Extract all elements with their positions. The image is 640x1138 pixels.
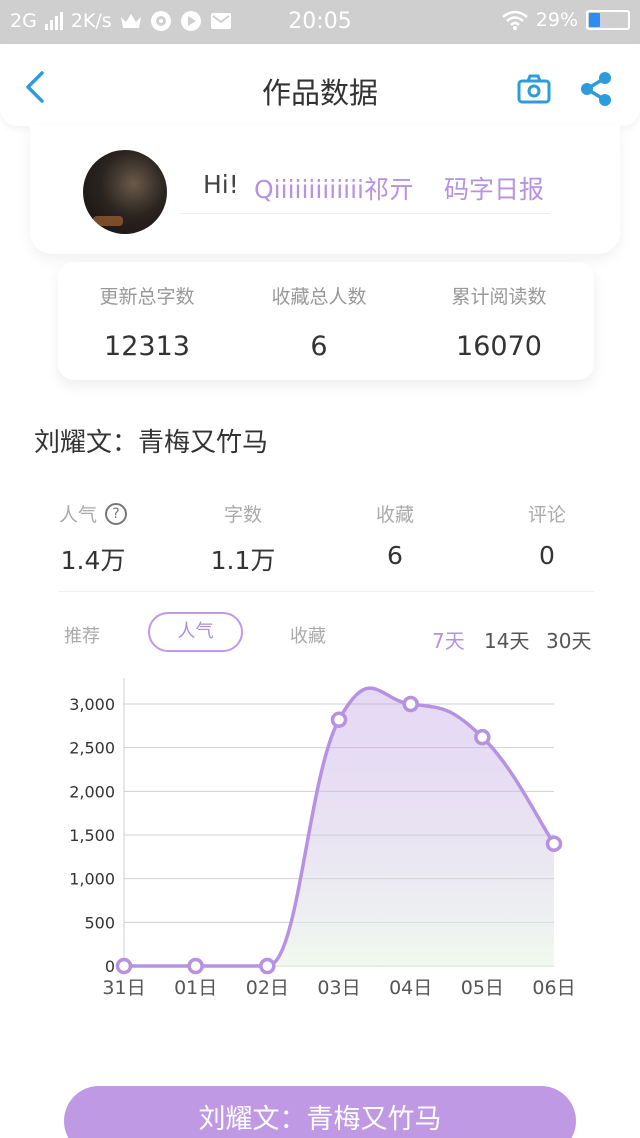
stat-label: 累计阅读数 — [451, 286, 547, 308]
x-tick-label: 04日 — [389, 977, 432, 999]
data-point[interactable] — [330, 711, 348, 728]
share-icon[interactable] — [579, 71, 613, 107]
stat-value: 6 — [310, 331, 328, 362]
tab-recommend[interactable]: 推荐 — [64, 622, 100, 648]
wifi-icon — [501, 10, 528, 30]
x-tick-label: 06日 — [532, 977, 575, 999]
popularity-chart: 0 500 1,000 1,500 2,000 2,500 3,000 31日 01日 02日 03… — [69, 678, 576, 999]
data-point[interactable] — [187, 957, 204, 975]
y-tick-label: 2,500 — [69, 739, 115, 758]
x-tick-label: 01日 — [174, 977, 217, 999]
metric-value: 6 — [387, 541, 403, 570]
y-tick-label: 0 — [105, 957, 115, 976]
metric-label: 收藏 — [375, 504, 414, 526]
stat-value: 16070 — [456, 331, 542, 362]
range-30-days[interactable]: 30天 — [546, 625, 591, 654]
metric-label: 人气 — [58, 504, 97, 526]
profile-card: Hi! Qiiiiiiiiiiiii祁亓 码字日报 — [30, 126, 620, 254]
stat-total-words: 更新总字数 12313 — [58, 282, 236, 362]
data-point[interactable] — [115, 957, 133, 975]
tab-popularity[interactable]: 人气 — [148, 612, 243, 652]
work-title: 刘耀文：青梅又竹马 — [34, 428, 269, 458]
app-header: 作品数据 — [0, 44, 640, 126]
metric-popularity: 人气? 1.4万 — [18, 500, 168, 577]
metric-value: 1.1万 — [210, 546, 276, 575]
y-tick-label: 500 — [84, 913, 115, 932]
metric-words: 字数 1.1万 — [168, 500, 318, 577]
status-right: 29% — [501, 9, 630, 31]
work-button[interactable]: 刘耀文：青梅又竹马 — [64, 1086, 576, 1138]
y-tick-label: 1,500 — [69, 826, 115, 845]
avatar[interactable] — [83, 150, 167, 234]
data-point[interactable] — [545, 835, 563, 852]
tab-favorites[interactable]: 收藏 — [290, 622, 326, 648]
range-7-days[interactable]: 7天 — [432, 625, 465, 654]
y-tick-label: 1,000 — [69, 870, 115, 889]
stat-value: 12313 — [104, 331, 190, 362]
x-tick-label: 03日 — [317, 977, 360, 999]
metric-value: 0 — [539, 541, 555, 570]
battery-icon — [586, 10, 630, 30]
data-point[interactable] — [474, 728, 491, 746]
stat-label: 收藏总人数 — [271, 286, 367, 308]
stat-label: 更新总字数 — [99, 286, 195, 308]
divider — [180, 213, 550, 214]
summary-card: 更新总字数 12313 收藏总人数 6 累计阅读数 16070 — [58, 262, 594, 380]
x-tick-label: 31日 — [102, 977, 145, 999]
metric-label: 评论 — [527, 504, 566, 526]
y-tick-label: 3,000 — [69, 695, 115, 714]
greeting: Hi! — [203, 170, 239, 199]
data-point[interactable] — [259, 957, 276, 975]
camera-icon[interactable] — [517, 74, 551, 104]
status-bar: 2G 2K/s 20:05 29% — [0, 0, 640, 44]
x-tick-label: 02日 — [246, 977, 289, 999]
stat-total-reads: 累计阅读数 16070 — [410, 282, 588, 362]
metric-favorites: 收藏 6 — [320, 500, 470, 570]
divider — [58, 591, 594, 592]
data-point[interactable] — [402, 695, 419, 713]
username: Qiiiiiiiiiiiii祁亓 — [254, 175, 414, 204]
help-icon[interactable]: ? — [105, 502, 127, 525]
series-area — [124, 688, 554, 966]
battery-level — [589, 13, 601, 27]
range-14-days[interactable]: 14天 — [484, 625, 529, 654]
metric-value: 1.4万 — [60, 546, 126, 575]
daily-report-link[interactable]: 码字日报 — [444, 170, 544, 206]
battery-percent: 29% — [535, 9, 578, 31]
metric-comments: 评论 0 — [472, 500, 622, 570]
metric-label: 字数 — [223, 504, 262, 526]
stat-total-favorites: 收藏总人数 6 — [230, 282, 408, 362]
y-tick-label: 2,000 — [69, 782, 115, 801]
x-tick-label: 05日 — [461, 977, 504, 999]
